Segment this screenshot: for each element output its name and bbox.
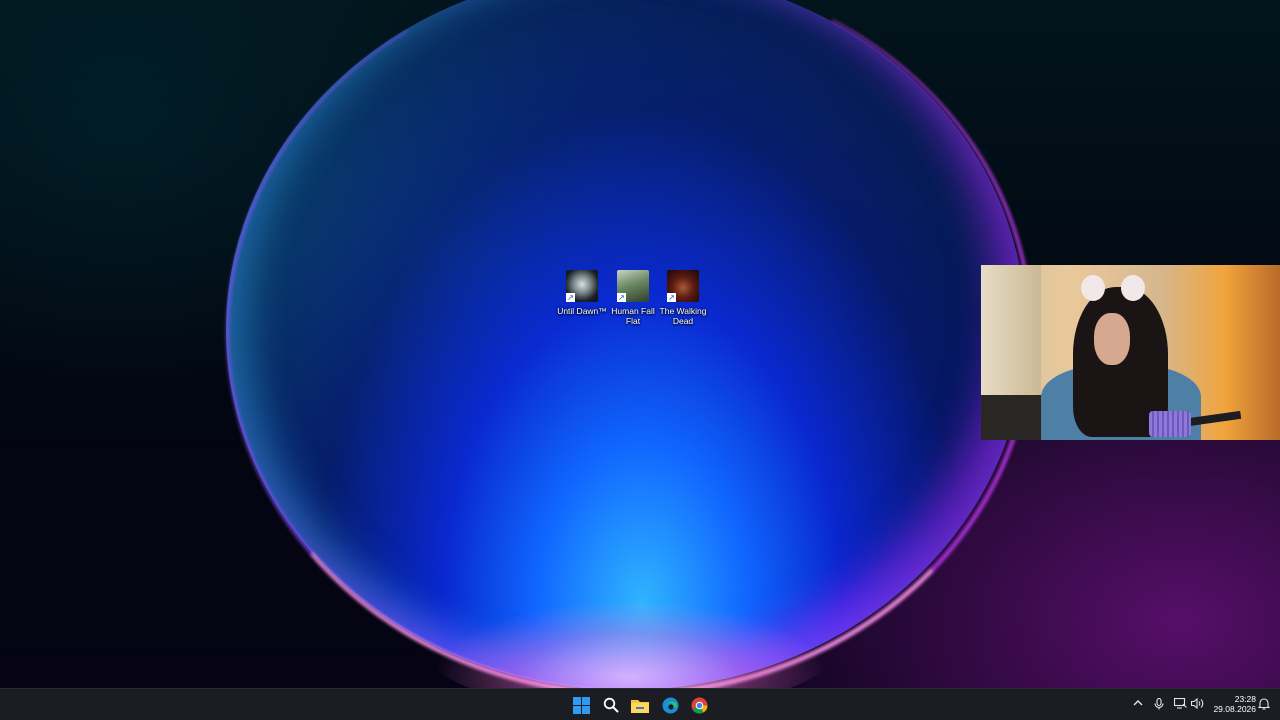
microphone-tray-button[interactable] xyxy=(1152,697,1166,712)
shortcut-arrow-icon: ↗ xyxy=(566,293,575,302)
folder-icon xyxy=(631,699,649,713)
network-tray-button[interactable] xyxy=(1173,697,1187,712)
desktop-icon-label: The Walking Dead xyxy=(659,306,707,326)
windows-start-icon xyxy=(572,696,590,714)
human-fall-flat-game-icon: ↗ xyxy=(617,270,649,302)
webcam-overlay xyxy=(981,265,1280,440)
show-hidden-icons-button[interactable] xyxy=(1131,698,1145,712)
notification-center-button[interactable] xyxy=(1257,698,1271,712)
desktop-icon-label: Until Dawn™ xyxy=(557,306,607,316)
chevron-up-icon xyxy=(1133,700,1143,706)
zombie-game-icon: ↗ xyxy=(667,270,699,302)
volume-icon xyxy=(1190,697,1203,710)
search-icon xyxy=(603,697,619,713)
webcam-headset-ear-left xyxy=(1081,275,1105,301)
skull-game-icon: ↗ xyxy=(566,270,598,302)
chrome-button[interactable] xyxy=(687,693,711,717)
clock-date: 29.08.2026 xyxy=(1213,704,1256,714)
webcam-person-face xyxy=(1094,313,1130,365)
clock-time: 23:28 xyxy=(1234,694,1256,704)
desktop-icon-human-fall-flat[interactable]: ↗ Human Fall Flat xyxy=(608,270,658,326)
taskbar: 23:28 29.08.2026 xyxy=(0,688,1280,720)
wallpaper-bloom-rim xyxy=(226,0,1033,688)
edge-icon xyxy=(662,697,678,713)
microphone-icon xyxy=(1154,697,1164,710)
edge-button[interactable] xyxy=(658,693,682,717)
shortcut-arrow-icon: ↗ xyxy=(617,293,626,302)
desktop-icon-label: Human Fall Flat xyxy=(611,306,655,326)
shortcut-arrow-icon: ↗ xyxy=(667,293,676,302)
volume-tray-button[interactable] xyxy=(1190,697,1204,712)
start-button[interactable] xyxy=(569,693,593,717)
search-button[interactable] xyxy=(599,693,623,717)
desktop-icon-until-dawn[interactable]: ↗ Until Dawn™ xyxy=(557,270,607,316)
network-icon xyxy=(1173,697,1187,709)
chrome-icon xyxy=(691,697,707,713)
notification-icon xyxy=(1257,698,1271,710)
webcam-microphone xyxy=(1149,411,1191,437)
clock[interactable]: 23:28 29.08.2026 xyxy=(1206,694,1256,714)
desktop-icon-the-walking-dead[interactable]: ↗ The Walking Dead xyxy=(658,270,708,326)
webcam-headset-ear-right xyxy=(1121,275,1145,301)
file-explorer-button[interactable] xyxy=(628,693,652,717)
